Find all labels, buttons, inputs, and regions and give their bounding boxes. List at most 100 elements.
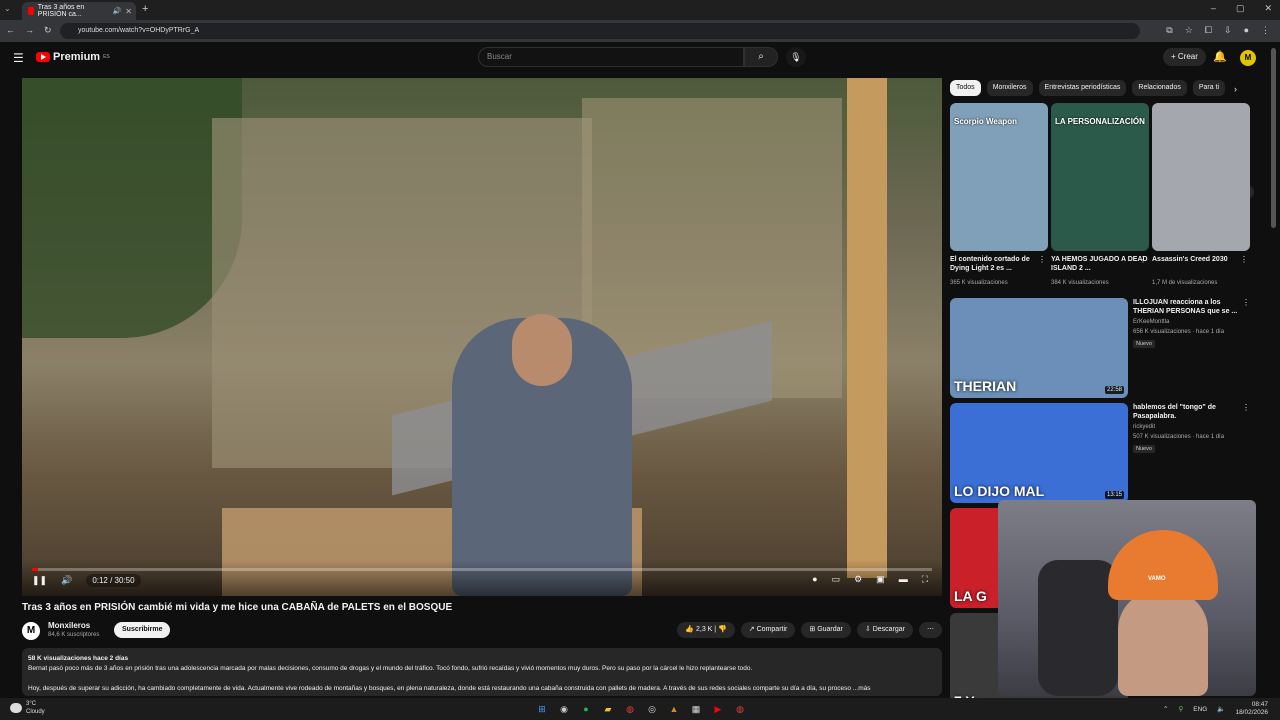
profile-icon[interactable]: ● [1244,25,1249,36]
create-label: Crear [1177,52,1198,61]
search-input[interactable]: Buscar [478,47,744,67]
calendar-icon[interactable]: ▦ [688,701,704,717]
video-player[interactable]: ❚❚ 🔊 0:12 / 30:50 ● ▭ ⚙ ▣ ▬ ⛶ [22,78,942,596]
extensions-icon[interactable]: ⧠ [1205,25,1212,36]
video-actions: 👍 2,3 K | 👎 ↗ Compartir ⊞ Guardar ⇩ Desc… [677,622,942,638]
video-thumbnail[interactable]: LO DIJO MAL 13:15 [950,403,1128,503]
subtitles-icon[interactable]: ▭ [832,574,841,585]
theater-mode-icon[interactable]: ▬ [899,574,908,585]
short-kebab-icon[interactable]: ⋮ [1240,255,1248,264]
tab-list-chevron-icon[interactable]: ⌄ [4,4,11,13]
settings-gear-icon[interactable]: ⚙ [854,574,862,585]
video-title-link[interactable]: hablemos del "tongo" de Pasapalabra. [1133,403,1243,421]
obs-icon[interactable]: ◎ [644,701,660,717]
tab-close-icon[interactable]: ✕ [125,7,132,16]
weather-widget[interactable]: 3°C Cloudy [26,700,45,716]
url-input[interactable]: youtube.com/watch?v=OHDyPTRrG_A [60,23,1140,39]
window-close-icon[interactable]: ✕ [1264,3,1272,14]
pause-icon[interactable]: ❚❚ [32,575,47,586]
short-title[interactable]: Assassin's Creed 2030 [1152,255,1250,264]
video-meta: 656 K visualizaciones · hace 1 día [1133,329,1225,335]
miniplayer-icon[interactable]: ▣ [876,574,885,585]
back-icon[interactable]: ← [6,25,15,36]
downloads-icon[interactable]: ⇩ [1224,25,1232,36]
more-options-icon[interactable]: ⋮ [1242,403,1250,412]
steam-icon[interactable]: ◉ [556,701,572,717]
tray-chevron-icon[interactable]: ⌃ [1163,705,1168,713]
progress-fill [32,568,38,571]
tray-app-icon[interactable]: ⚲ [1179,705,1184,713]
hamburger-menu-icon[interactable]: ☰ [13,51,24,65]
thumbs-down-icon[interactable]: 👎 [718,626,727,633]
more-options-icon[interactable]: ⋮ [1242,298,1250,307]
forward-icon[interactable]: → [25,25,34,36]
browser-tab-active[interactable]: Tras 3 años en PRISIÓN ca... 🔊 ✕ [22,2,136,20]
chrome-icon[interactable]: ◍ [622,701,638,717]
video-title-link[interactable]: ILLOJUAN reacciona a los THERIAN PERSONA… [1133,298,1243,316]
recommended-video[interactable]: LO DIJO MAL 13:15 hablemos del "tongo" de … [950,403,1250,503]
short-thumbnail[interactable] [1152,103,1250,251]
browser-tab-strip: ⌄ Tras 3 años en PRISIÓN ca... 🔊 ✕ + – ▢… [0,0,1280,20]
channel-avatar[interactable]: M [22,622,40,640]
description-box[interactable]: 58 K visualizaciones hace 2 días Bernat … [22,648,942,696]
language-indicator[interactable]: ENG [1193,706,1207,713]
network-volume-icon[interactable]: 🔈 [1217,705,1225,713]
video-frame-head [512,314,572,386]
download-icon: ⇩ [864,626,871,633]
fullscreen-icon[interactable]: ⛶ [922,574,928,585]
tab-audio-icon[interactable]: 🔊 [113,7,122,15]
windows-start-icon[interactable]: ⊞ [534,701,550,717]
voice-search-button[interactable]: 🎙 [786,47,806,67]
minimize-icon[interactable]: – [1211,3,1216,14]
create-button[interactable]: + Crear [1163,48,1206,66]
page-scrollbar[interactable] [1271,48,1276,228]
progress-bar[interactable] [32,568,932,571]
chip-1[interactable]: Monxileros [986,80,1033,96]
short-thumbnail[interactable]: LA PERSONALIZACIÓN [1051,103,1149,251]
channel-name-link[interactable]: ErKeeMonttla [1133,319,1169,325]
notifications-bell-icon[interactable]: 🔔 [1213,50,1227,63]
bookmark-star-icon[interactable]: ☆ [1185,25,1193,36]
chip-3[interactable]: Relacionados [1132,80,1187,96]
file-explorer-icon[interactable]: ▰ [600,701,616,717]
short-kebab-icon[interactable]: ⋮ [1139,255,1147,264]
channel-row: M Monxileros 84,6 K suscriptores Suscrib… [22,620,942,642]
short-thumbnail[interactable]: Scorpio Weapon [950,103,1048,251]
recommended-video[interactable]: THERIAN 22:58 ILLOJUAN reacciona a los THE… [950,298,1250,398]
clock[interactable]: 08:47 18/02/2026 [1235,701,1268,717]
short-kebab-icon[interactable]: ⋮ [1038,255,1046,264]
app-icon[interactable]: ▲ [666,701,682,717]
new-tab-icon[interactable]: + [142,3,148,15]
share-button[interactable]: ↗ Compartir [740,622,796,638]
browser-menu-icon[interactable]: ⋮ [1261,25,1270,36]
youtube-logo[interactable]: Premium ES [36,51,110,63]
maximize-icon[interactable]: ▢ [1236,3,1245,14]
account-avatar[interactable]: M [1240,50,1256,66]
volume-icon[interactable]: 🔊 [61,575,72,586]
channel-name[interactable]: Monxileros [48,621,90,630]
duration-badge: 13:15 [1104,491,1124,499]
chips-next-icon[interactable]: › [1234,84,1237,94]
webcam-face [1118,590,1208,696]
recorder-icon[interactable]: ◍ [732,701,748,717]
short-title[interactable]: YA HEMOS JUGADO A DEAD ISLAND 2 ... [1051,255,1149,273]
autoplay-toggle-icon[interactable]: ● [812,574,817,585]
more-actions-button[interactable]: ⋯ [919,622,942,638]
chip-2[interactable]: Entrevistas periodísticas [1038,80,1127,96]
video-thumbnail[interactable]: THERIAN 22:58 [950,298,1128,398]
like-button[interactable]: 👍 2,3 K | 👎 [677,622,735,638]
chip-0[interactable]: Todos [950,80,981,96]
download-button[interactable]: ⇩ Descargar [856,622,913,638]
subscribe-button[interactable]: Suscribirme [114,622,171,638]
youtube-favicon-icon [28,7,34,15]
search-button[interactable]: ⌕ [744,47,778,67]
spotify-icon[interactable]: ● [578,701,594,717]
open-in-app-icon[interactable]: ⧉ [1166,25,1172,36]
more-icon: ⋯ [927,626,934,633]
reload-icon[interactable]: ↻ [44,25,52,36]
short-title[interactable]: El contenido cortado de Dying Light 2 es… [950,255,1048,273]
save-button[interactable]: ⊞ Guardar [801,622,851,638]
youtube-app-icon[interactable]: ▶ [710,701,726,717]
channel-name-link[interactable]: rickyedit [1133,424,1155,430]
chip-4[interactable]: Para ti [1192,80,1226,96]
